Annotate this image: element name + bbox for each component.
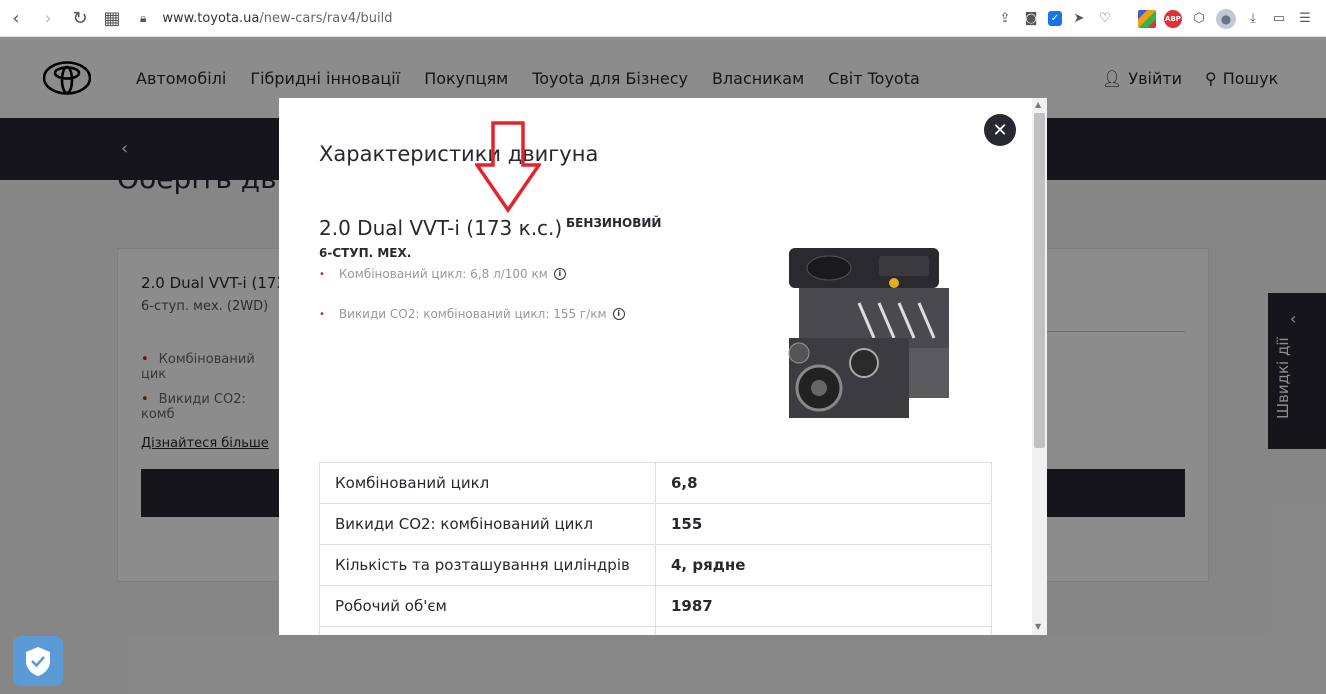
- modal-scrollbar[interactable]: ▲ ▼: [1032, 98, 1047, 635]
- engine-name: 2.0 Dual VVT-i (173 к.с.): [319, 216, 563, 240]
- close-button[interactable]: ✕: [984, 114, 1016, 146]
- shield-extension-icon[interactable]: ✓: [1048, 11, 1062, 26]
- spec-table: Комбінований цикл 6,8 Викиди CO2: комбіно…: [319, 462, 992, 635]
- url-text[interactable]: www.toyota.ua/new-cars/rav4/build: [162, 11, 392, 26]
- spec-key: Кількість та розташування циліндрів: [319, 544, 656, 586]
- spec-value: 1987: [655, 585, 992, 627]
- forward-icon[interactable]: ›: [32, 2, 64, 34]
- annotation-arrow-icon: [475, 121, 541, 213]
- share-icon[interactable]: ⇪: [996, 10, 1014, 28]
- spec-key: Комбінований цикл: [319, 462, 656, 504]
- profile-avatar[interactable]: ●: [1216, 8, 1236, 29]
- scroll-down-icon[interactable]: ▼: [1035, 622, 1041, 631]
- info-icon[interactable]: i: [553, 268, 566, 280]
- spec-value: 155: [655, 503, 992, 545]
- modal-title: Характеристики двигуна: [319, 142, 599, 166]
- cube-icon[interactable]: ⬡: [1190, 10, 1208, 28]
- table-row: [319, 626, 992, 635]
- lock-icon: 🔒︎: [140, 10, 147, 25]
- info-icon[interactable]: i: [612, 308, 625, 320]
- address-bar[interactable]: 🔒︎ www.toyota.ua/new-cars/rav4/build: [140, 11, 393, 26]
- scroll-up-icon[interactable]: ▲: [1035, 100, 1041, 109]
- fuel-type: БЕНЗИНОВИЙ: [566, 216, 662, 230]
- spec-value: 4, рядне: [655, 544, 992, 586]
- scroll-thumb[interactable]: [1034, 113, 1045, 448]
- table-row: Викиди CO2: комбінований цикл 155: [319, 503, 992, 545]
- close-icon: ✕: [992, 119, 1008, 141]
- spec-key: Викиди CO2: комбінований цикл: [319, 503, 656, 545]
- tabs-grid-icon[interactable]: ▦: [96, 2, 128, 34]
- extension-icons: ⇪ ◙ ✓ ➤ ♡ ABP ⬡ ● ⤓ ▭ ☰: [996, 0, 1314, 37]
- transmission: 6-СТУП. МЕХ.: [319, 246, 412, 260]
- shield-check-icon: [26, 647, 50, 676]
- spec-key: [319, 626, 656, 635]
- engine-image: [788, 248, 949, 418]
- menu-icon[interactable]: ☰: [1296, 10, 1314, 28]
- table-row: Комбінований цикл 6,8: [319, 462, 992, 504]
- table-row: Кількість та розташування циліндрів 4, ря…: [319, 544, 992, 586]
- spec-value: 6,8: [655, 462, 992, 504]
- spec-fuel-consumption: • Комбінований цикл: 6,8 л/100 км i: [319, 267, 566, 281]
- heart-icon[interactable]: ♡: [1096, 10, 1114, 28]
- spec-key: Робочий об'єм: [319, 585, 656, 627]
- download-icon[interactable]: ⤓: [1244, 10, 1262, 28]
- reload-icon[interactable]: ↻: [64, 2, 96, 34]
- send-icon[interactable]: ➤: [1070, 10, 1088, 28]
- security-shield-icon[interactable]: [13, 636, 63, 686]
- tile-extension-icon[interactable]: [1138, 9, 1156, 28]
- spec-co2: • Викиди CO2: комбінований цикл: 155 г/км…: [319, 307, 625, 321]
- back-icon[interactable]: ‹: [0, 2, 32, 34]
- engine-specs-modal: ✕ Характеристики двигуна 2.0 Dual VVT-i …: [279, 98, 1047, 635]
- spec-value: [655, 626, 992, 635]
- camera-icon[interactable]: ◙: [1022, 10, 1040, 28]
- browser-toolbar: ‹ › ↻ ▦ 🔒︎ www.toyota.ua/new-cars/rav4/b…: [0, 0, 1326, 37]
- battery-icon[interactable]: ▭: [1270, 10, 1288, 28]
- adblock-icon[interactable]: ABP: [1164, 9, 1182, 28]
- table-row: Робочий об'єм 1987: [319, 585, 992, 627]
